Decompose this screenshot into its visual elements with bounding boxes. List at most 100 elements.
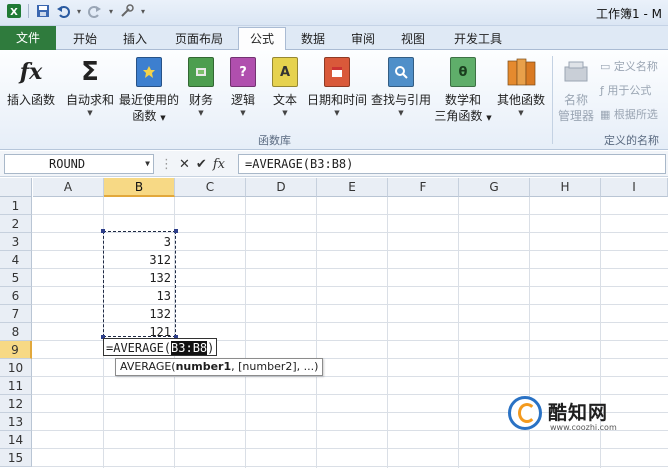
name-manager-icon <box>561 56 591 88</box>
customize-qat-icon[interactable]: ▾ <box>139 3 147 19</box>
tab-data[interactable]: 数据 <box>292 28 334 50</box>
column-header-i[interactable]: I <box>601 178 668 197</box>
logical-book-icon: ? <box>228 56 258 88</box>
redo-dropdown-icon[interactable]: ▾ <box>107 3 115 19</box>
select-all-corner[interactable] <box>0 178 32 197</box>
row-header-14[interactable]: 14 <box>0 431 32 449</box>
excel-logo-icon[interactable]: X <box>6 3 22 19</box>
row-header-7[interactable]: 7 <box>0 305 32 323</box>
watermark-text: 酷知网 <box>548 402 609 424</box>
more-functions-label: 其他函数 <box>496 93 545 107</box>
column-header-d[interactable]: D <box>246 178 317 197</box>
watermark-logo: 酷知网 www.coozhi.com <box>508 392 658 442</box>
tab-file[interactable]: 文件 <box>0 26 56 50</box>
cancel-icon[interactable]: ✕ <box>179 157 190 172</box>
row-header-4[interactable]: 4 <box>0 251 32 269</box>
math-trig-button[interactable]: θ 数学和 三角函数 ▼ <box>434 56 492 126</box>
text-button[interactable]: A 文本 ▼ <box>268 56 302 118</box>
logical-label: 逻辑 <box>230 93 255 107</box>
gridline <box>32 214 668 215</box>
chevron-down-icon: ▼ <box>87 109 93 117</box>
text-label: 文本 <box>272 93 297 107</box>
function-argument-tooltip[interactable]: AVERAGE(number1, [number2], ...) <box>115 358 324 376</box>
financial-book-icon <box>186 56 216 88</box>
star-book-icon <box>134 56 164 88</box>
column-header-g[interactable]: G <box>459 178 530 197</box>
redo-icon[interactable] <box>87 3 103 19</box>
column-header-f[interactable]: F <box>388 178 459 197</box>
row-header-1[interactable]: 1 <box>0 197 32 215</box>
row-header-10[interactable]: 10 <box>0 359 32 377</box>
formula-input[interactable]: =AVERAGE(B3:B8) <box>238 154 666 174</box>
logical-button[interactable]: ? 逻辑 ▼ <box>226 56 260 118</box>
create-from-selection-button[interactable]: ▦ 根据所选 <box>600 106 658 122</box>
worksheet-grid[interactable]: A B C D E F G H I 1 2 3 4 5 6 7 8 9 10 1… <box>0 178 668 468</box>
formula-bar-buttons: ⋮ ✕ ✔ fx <box>160 154 225 174</box>
function-library-group-label: 函数库 <box>258 134 291 147</box>
create-from-selection-icon: ▦ <box>600 108 611 121</box>
row-header-6[interactable]: 6 <box>0 287 32 305</box>
column-header-h[interactable]: H <box>530 178 601 197</box>
date-time-label: 日期和时间 <box>306 93 367 107</box>
marquee-handle[interactable] <box>101 229 105 233</box>
name-manager-label-2: 管理器 <box>557 109 594 123</box>
ribbon: fx 插入函数 Σ 自动求和 ▼ 最近使用的 函数 ▼ 财务 ▼ ? 逻辑 ▼ … <box>0 50 668 150</box>
datetime-book-icon <box>322 56 352 88</box>
tools-icon[interactable] <box>119 3 135 19</box>
name-box-dropdown-icon[interactable]: ▼ <box>145 155 150 173</box>
row-header-11[interactable]: 11 <box>0 377 32 395</box>
tab-review[interactable]: 审阅 <box>342 28 384 50</box>
undo-icon[interactable] <box>55 3 71 19</box>
ribbon-tabs: 文件 开始 插入 页面布局 公式 数据 审阅 视图 开发工具 <box>0 26 668 51</box>
chevron-down-icon: ▼ <box>398 109 404 117</box>
row-header-9[interactable]: 9 <box>0 341 32 359</box>
name-manager-label-1: 名称 <box>563 93 588 107</box>
row-header-12[interactable]: 12 <box>0 395 32 413</box>
fx-icon[interactable]: fx <box>213 157 225 172</box>
enter-icon[interactable]: ✔ <box>196 157 207 172</box>
financial-button[interactable]: 财务 ▼ <box>184 56 218 118</box>
tab-formulas[interactable]: 公式 <box>238 27 286 51</box>
autosum-label: 自动求和 <box>65 93 114 107</box>
gridline <box>458 197 459 468</box>
tab-developer[interactable]: 开发工具 <box>444 28 512 50</box>
financial-label: 财务 <box>188 93 213 107</box>
lookup-book-icon <box>386 56 416 88</box>
name-manager-button[interactable]: 名称 管理器 <box>556 56 596 124</box>
recently-used-button[interactable]: 最近使用的 函数 ▼ <box>118 56 180 126</box>
row-header-3[interactable]: 3 <box>0 233 32 251</box>
quick-access-toolbar: X ▾ ▾ ▾ <box>6 3 147 19</box>
use-in-formula-button[interactable]: ƒ 用于公式 <box>600 82 651 98</box>
tab-home[interactable]: 开始 <box>64 28 106 50</box>
undo-dropdown-icon[interactable]: ▾ <box>75 3 83 19</box>
name-box[interactable]: ROUND ▼ <box>4 154 154 174</box>
date-time-button[interactable]: 日期和时间 ▼ <box>306 56 368 118</box>
use-in-formula-icon: ƒ <box>600 84 604 97</box>
lookup-reference-button[interactable]: 查找与引用 ▼ <box>370 56 432 118</box>
row-header-13[interactable]: 13 <box>0 413 32 431</box>
gridline <box>32 448 668 449</box>
row-header-2[interactable]: 2 <box>0 215 32 233</box>
column-header-e[interactable]: E <box>317 178 388 197</box>
define-name-button[interactable]: ▭ 定义名称 <box>600 58 658 74</box>
autosum-button[interactable]: Σ 自动求和 ▼ <box>64 56 116 118</box>
column-header-b[interactable]: B <box>104 178 175 197</box>
row-header-8[interactable]: 8 <box>0 323 32 341</box>
lookup-reference-label: 查找与引用 <box>370 93 431 107</box>
insert-function-button[interactable]: fx 插入函数 <box>4 56 58 108</box>
column-header-a[interactable]: A <box>33 178 104 197</box>
tab-insert[interactable]: 插入 <box>114 28 156 50</box>
tab-page-layout[interactable]: 页面布局 <box>166 28 232 50</box>
save-icon[interactable] <box>35 3 51 19</box>
cell-b9-editor[interactable]: =AVERAGE(B3:B8) <box>103 338 218 356</box>
resize-dots-icon: ⋮ <box>160 156 173 172</box>
watermark-url: www.coozhi.com <box>550 423 617 432</box>
row-header-5[interactable]: 5 <box>0 269 32 287</box>
math-trig-label-2: 三角函数 ▼ <box>434 109 492 123</box>
tab-view[interactable]: 视图 <box>392 28 434 50</box>
more-functions-button[interactable]: 其他函数 ▼ <box>494 56 548 118</box>
column-header-c[interactable]: C <box>175 178 246 197</box>
title-bar: X ▾ ▾ ▾ 工作簿1 - M <box>0 0 668 26</box>
row-header-15[interactable]: 15 <box>0 449 32 467</box>
marquee-handle[interactable] <box>174 229 178 233</box>
